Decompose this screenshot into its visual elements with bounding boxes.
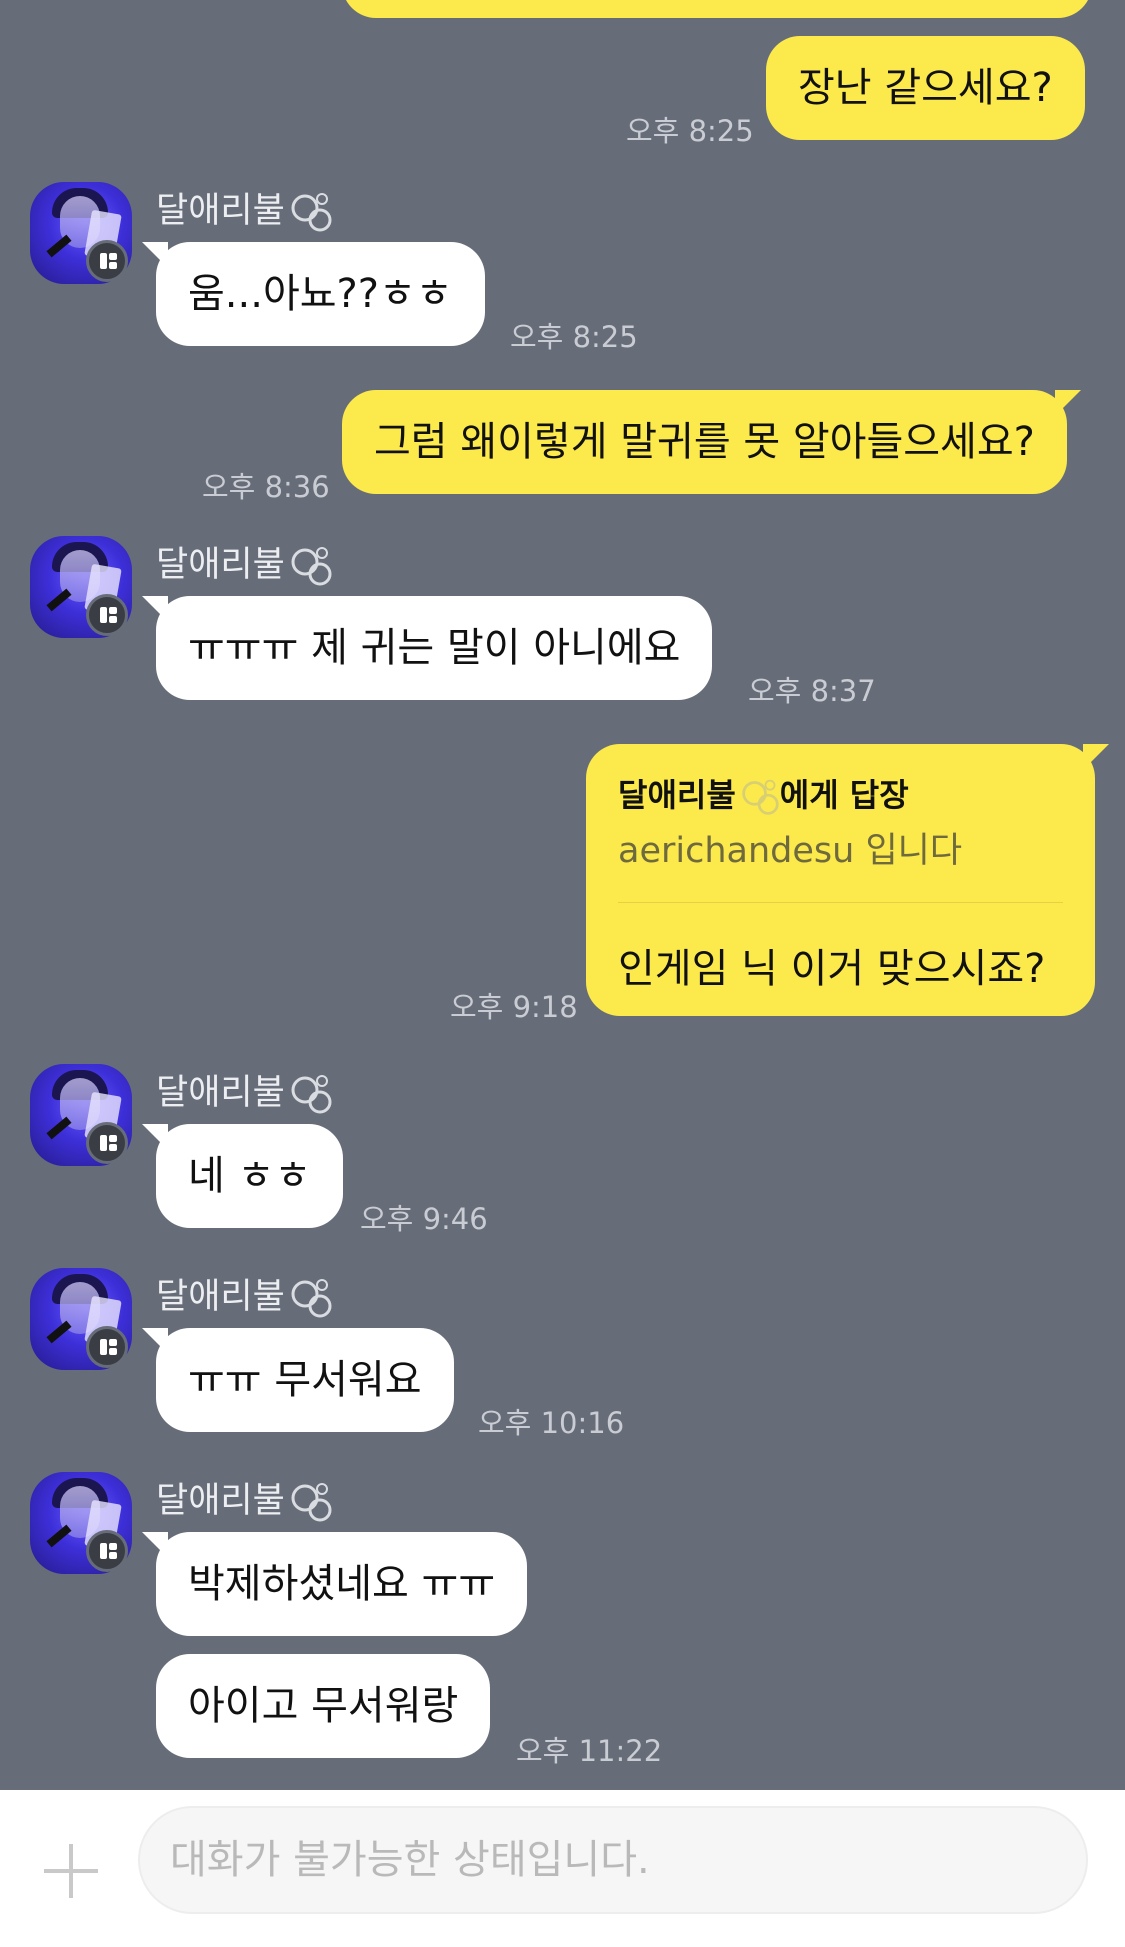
profile-badge-icon — [86, 1530, 128, 1572]
message-input[interactable]: 대화가 불가능한 상태입니다. — [138, 1806, 1088, 1914]
bubbles-icon — [291, 193, 332, 232]
sender-name-text: 달애리불 — [156, 545, 285, 585]
reply-to-label: 에게 답장 — [779, 776, 909, 814]
reply-message-bubble[interactable]: 달애리불 에게 답장 aerichandesu 입니다 인게임 닉 이거 맞으시죠… — [586, 744, 1109, 1016]
plus-icon[interactable] — [44, 1844, 98, 1898]
message-time: 오후 8:25 — [510, 320, 638, 354]
message-bubble[interactable]: 그럼 왜이렇게 말귀를 못 알아들으세요? — [342, 390, 1081, 494]
bubbles-icon — [291, 1483, 332, 1522]
sender-name-text: 달애리불 — [156, 191, 285, 231]
bubbles-icon — [291, 1279, 332, 1318]
reply-message-text: 인게임 닉 이거 맞으시죠? — [618, 946, 1046, 992]
message-bubble[interactable]: 네 ㅎㅎ — [141, 1124, 344, 1228]
bubbles-icon — [742, 779, 779, 815]
reply-target-name: 달애리불 — [618, 776, 736, 814]
message-bubble[interactable]: 움...아뇨??ㅎㅎ — [142, 242, 485, 346]
chat-area[interactable]: 장난 같으세요? 오후 8:25 달애리불 움...아뇨??ㅎㅎ 오후 8:25… — [0, 0, 1125, 1790]
profile-badge-icon — [86, 1122, 128, 1164]
bubbles-icon — [291, 547, 332, 586]
sender-name: 달애리불 — [156, 182, 333, 234]
sender-name: 달애리불 — [156, 1064, 333, 1116]
message-time: 오후 8:37 — [748, 674, 876, 708]
sender-name: 달애리불 — [156, 1472, 333, 1524]
message-time: 오후 9:46 — [360, 1202, 488, 1236]
profile-badge-icon — [86, 1326, 128, 1368]
message-bubble[interactable]: 장난 같으세요? — [766, 36, 1085, 140]
message-time: 오후 8:36 — [202, 470, 330, 504]
input-bar: 대화가 불가능한 상태입니다. — [0, 1790, 1125, 1947]
message-time: 오후 10:16 — [478, 1406, 625, 1440]
message-bubble[interactable]: 아이고 무서워랑 — [156, 1654, 491, 1758]
sender-name: 달애리불 — [156, 536, 333, 588]
bubbles-icon — [291, 1075, 332, 1114]
sender-name: 달애리불 — [156, 1268, 333, 1320]
message-time: 오후 11:22 — [516, 1734, 663, 1768]
reply-quote[interactable]: aerichandesu 입니다 — [618, 822, 962, 873]
message-bubble[interactable]: ㅠㅠ 무서워요 — [142, 1328, 454, 1432]
message-time: 오후 9:18 — [450, 990, 578, 1024]
message-bubble[interactable]: 박제하셨네요 ㅠㅠ — [141, 1532, 528, 1636]
profile-badge-icon — [86, 594, 128, 636]
message-time: 오후 8:25 — [626, 114, 754, 148]
sender-name-text: 달애리불 — [156, 1073, 285, 1113]
reply-target: 달애리불 에게 답장 — [618, 770, 909, 817]
profile-badge-icon — [86, 240, 128, 282]
sender-name-text: 달애리불 — [156, 1481, 285, 1521]
message-bubble[interactable]: ㅠㅠㅠ 제 귀는 말이 아니에요 — [141, 596, 713, 700]
message-bubble-partial[interactable] — [342, 0, 1092, 18]
reply-divider — [618, 902, 1063, 903]
sender-name-text: 달애리불 — [156, 1277, 285, 1317]
